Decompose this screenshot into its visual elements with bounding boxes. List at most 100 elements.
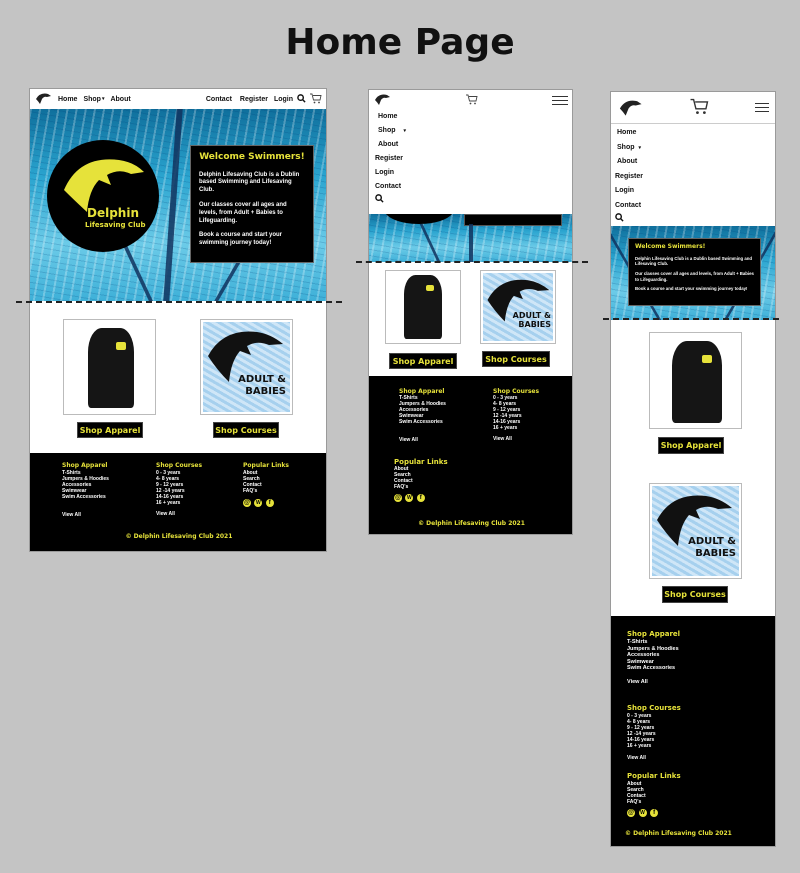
footer-link[interactable]: T-Shirts [627,639,680,646]
menu-home[interactable]: Home [615,126,771,141]
footer-popular-heading: Popular Links [627,772,681,780]
footer-link[interactable]: Jumpers & Hoodies [627,646,680,653]
footer-popular-heading: Popular Links [243,462,289,469]
footer-link[interactable]: 16 + years [156,500,202,506]
footer: Shop Apparel T-Shirts Jumpers & Hoodies … [369,376,572,534]
footer-link[interactable]: 16 + years [627,743,681,749]
courses-image-text: ADULT & BABIES [512,311,551,330]
shop-courses-button[interactable]: Shop Courses [662,586,728,603]
footer-apparel-heading: Shop Apparel [399,388,445,395]
hero-section: Welcome Swimmers! Delphin Lifesaving Clu… [611,226,775,320]
logo[interactable] [373,92,391,108]
footer-link[interactable]: Swim Accessories [399,419,446,425]
footer-link[interactable]: 16 + years [493,425,539,431]
cart-icon[interactable] [309,93,322,106]
menu-contact[interactable]: Contact [615,199,771,214]
view-all-apparel[interactable]: View All [62,512,109,518]
nav-register[interactable]: Register [240,96,268,103]
hero-section [369,214,572,262]
footer-link[interactable]: Swim Accessories [627,665,680,672]
facebook-icon[interactable]: f [265,499,274,507]
apparel-image[interactable] [649,332,742,429]
menu-register[interactable]: Register [375,152,566,166]
cart-icon[interactable] [465,94,478,107]
hamburger-icon[interactable] [755,100,769,115]
courses-image-text: ADULT & BABIES [688,536,736,559]
tablet-frame: Home Shop ▾ About Register Login Contact … [368,89,573,535]
menu-about[interactable]: About [615,155,771,170]
welcome-heading: Welcome Swimmers! [199,152,305,162]
footer-link[interactable]: Swimwear [627,659,680,666]
copyright: © Delphin Lifesaving Club 2021 [625,830,732,837]
fold-line-tablet [356,261,588,263]
menu-login[interactable]: Login [615,184,771,199]
menu-register[interactable]: Register [615,170,771,185]
courses-image[interactable]: ADULT & BABIES [200,319,293,415]
footer-link[interactable]: Accessories [627,652,680,659]
facebook-icon[interactable]: f [650,809,659,817]
menu-shop[interactable]: Shop ▾ [375,124,566,138]
chevron-down-icon[interactable]: ▾ [102,96,105,102]
cart-icon[interactable] [689,98,709,117]
shop-courses-button[interactable]: Shop Courses [482,351,550,367]
welcome-text-2: Our classes cover all ages and levels, f… [635,270,754,282]
fold-line-mobile [603,318,779,320]
view-all-apparel[interactable]: View All [627,679,680,686]
welcome-text-3: Book a course and start your swimming jo… [635,286,748,292]
nav-contact[interactable]: Contact [206,96,232,103]
welcome-card: Welcome Swimmers! Delphin Lifesaving Clu… [628,238,761,306]
desktop-frame: Home Shop ▾ About Contact Register Login… [29,88,327,552]
nav-home[interactable]: Home [58,96,77,103]
shop-apparel-button[interactable]: Shop Apparel [658,437,724,454]
nav-about[interactable]: About [110,96,130,103]
footer-apparel-heading: Shop Apparel [62,462,108,469]
nav-shop[interactable]: Shop [83,96,101,103]
courses-image[interactable]: ADULT & BABIES [649,483,742,579]
welcome-heading: Welcome Swimmers! [635,243,706,250]
footer-courses-heading: Shop Courses [627,704,681,712]
hero-section: Delphin Lifesaving Club Welcome Swimmers… [30,109,326,301]
club-logo-badge: Delphin Lifesaving Club [47,140,159,252]
jacket-image [404,275,442,339]
logo[interactable] [34,91,52,107]
whatsapp-icon[interactable]: W [638,809,647,817]
menu-shop[interactable]: Shop ▾ [615,141,771,156]
hamburger-icon[interactable] [552,93,568,108]
footer: Shop Apparel T-Shirts Jumpers & Hoodies … [611,616,775,846]
shop-apparel-button[interactable]: Shop Apparel [77,422,143,438]
apparel-image[interactable] [385,270,461,344]
tablet-mobile-menu: Home Shop ▾ About Register Login Contact [369,110,572,209]
footer-apparel-heading: Shop Apparel [627,630,681,638]
welcome-text-1: Delphin Lifesaving Club is a Dublin base… [635,255,752,267]
nav-login[interactable]: Login [274,96,293,103]
logo[interactable] [617,96,643,120]
desktop-navbar: Home Shop ▾ About Contact Register Login [30,89,326,109]
apparel-image[interactable] [63,319,156,415]
shop-apparel-button[interactable]: Shop Apparel [389,353,457,369]
footer-link[interactable]: FAQ's [627,799,681,805]
email-icon[interactable]: @ [394,494,402,502]
email-icon[interactable]: @ [243,499,251,507]
jacket-image [672,341,722,423]
welcome-text-3: Book a course and start your swimming jo… [199,232,283,247]
view-all-apparel[interactable]: View All [399,437,446,443]
footer-link[interactable]: FAQ's [394,484,448,490]
email-icon[interactable]: @ [627,809,635,817]
footer-link[interactable]: FAQ's [243,488,289,494]
shop-courses-button[interactable]: Shop Courses [213,422,279,438]
menu-login[interactable]: Login [375,166,566,180]
view-all-courses[interactable]: View All [627,755,681,761]
view-all-courses[interactable]: View All [156,511,202,517]
search-icon[interactable] [375,194,566,209]
menu-home[interactable]: Home [375,110,566,124]
view-all-courses[interactable]: View All [493,436,539,442]
menu-about[interactable]: About [375,138,566,152]
search-icon[interactable] [297,93,306,105]
menu-contact[interactable]: Contact [375,180,566,194]
whatsapp-icon[interactable]: W [405,494,414,502]
courses-image[interactable]: ADULT & BABIES [480,270,556,344]
facebook-icon[interactable]: f [416,494,425,502]
chevron-down-icon: ▾ [403,128,407,134]
footer-link[interactable]: Swim Accessories [62,494,109,500]
whatsapp-icon[interactable]: W [254,499,263,507]
